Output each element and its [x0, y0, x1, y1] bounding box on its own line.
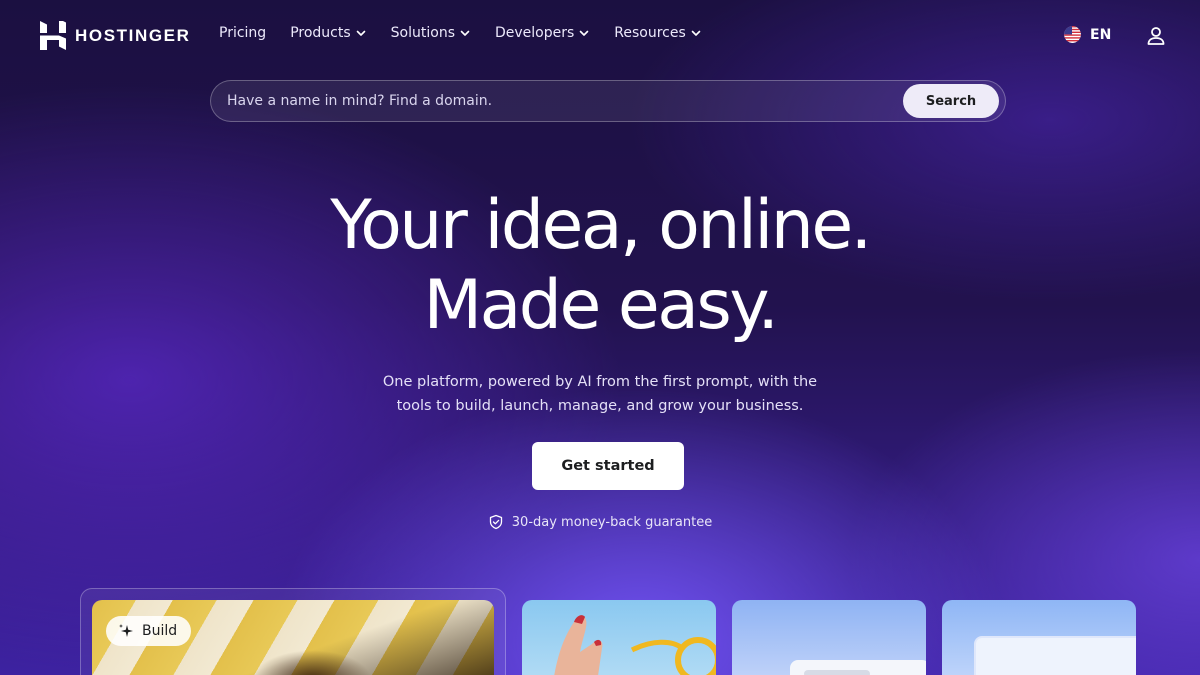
brand-name: HOSTINGER [75, 25, 191, 45]
hero-title-line-1: Your idea, online. [330, 186, 872, 265]
language-selector[interactable]: EN [1064, 26, 1111, 43]
grow-card[interactable] [942, 600, 1136, 675]
hero-subtitle: One platform, powered by AI from the fir… [370, 370, 830, 418]
grow-mock-window [974, 636, 1136, 675]
nav-item-resources[interactable]: Resources [614, 25, 702, 41]
hero-title: Your idea, online. Made easy. [0, 186, 1200, 346]
nav-item-solutions-label: Solutions [390, 25, 455, 41]
manage-mock-window [790, 660, 926, 675]
main-nav: Pricing Products Solutions Developers Re… [219, 25, 702, 41]
nav-item-developers[interactable]: Developers [495, 25, 590, 41]
nav-item-pricing[interactable]: Pricing [219, 25, 266, 41]
chevron-down-icon [691, 30, 701, 36]
shield-check-icon [489, 514, 502, 530]
nav-item-developers-label: Developers [494, 25, 575, 41]
sparkle-icon [119, 624, 133, 637]
manage-card[interactable] [732, 600, 926, 675]
nav-item-solutions[interactable]: Solutions [391, 25, 471, 41]
build-tag-label: Build [142, 623, 178, 639]
build-tag: Build [106, 616, 192, 646]
chevron-down-icon [356, 30, 365, 36]
hostinger-logo[interactable]: HOSTINGER [40, 21, 190, 50]
hostinger-logo-icon [40, 21, 66, 50]
get-started-button[interactable]: Get started [532, 442, 684, 490]
chevron-down-icon [579, 30, 589, 36]
language-label: EN [1090, 26, 1112, 43]
domain-search-input[interactable] [227, 81, 887, 121]
hero-subtitle-line-1: One platform, powered by AI from the fir… [382, 374, 818, 390]
domain-search-bar: Search [210, 80, 1006, 122]
nav-item-resources-label: Resources [614, 25, 686, 41]
search-button[interactable]: Search [903, 84, 999, 118]
hero-title-line-2: Made easy. [423, 266, 779, 345]
nav-item-pricing-label: Pricing [219, 25, 267, 41]
guarantee-text: 30-day money-back guarantee [511, 514, 713, 530]
user-icon[interactable] [1145, 25, 1167, 47]
chevron-down-icon [460, 30, 470, 36]
nav-item-products[interactable]: Products [290, 25, 366, 41]
launch-card[interactable] [522, 600, 716, 675]
site-header: HOSTINGER Pricing Products Solutions Dev… [0, 0, 1200, 72]
us-flag-icon [1064, 26, 1081, 43]
money-back-guarantee: 30-day money-back guarantee [0, 514, 1200, 530]
hand-sunglasses-image [554, 615, 716, 675]
hero-subtitle-line-2: tools to build, launch, manage, and grow… [396, 398, 804, 414]
nav-item-products-label: Products [290, 25, 351, 41]
build-card[interactable]: Build [92, 600, 494, 675]
